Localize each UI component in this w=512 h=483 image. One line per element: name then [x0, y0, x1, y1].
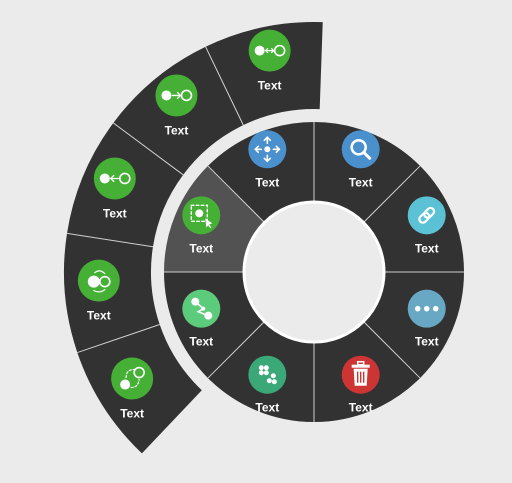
- inner-item-label: Text: [349, 401, 373, 415]
- outer-item-label: Text: [258, 79, 282, 93]
- more-dots-icon: [407, 289, 446, 328]
- outer-item-label: Text: [120, 407, 144, 421]
- outer-item-label: Text: [87, 309, 111, 323]
- link-icon: [407, 196, 446, 235]
- inner-item-label: Text: [349, 175, 373, 189]
- search-icon: [341, 130, 380, 169]
- inner-item-label: Text: [415, 241, 439, 255]
- select-cursor-icon: [182, 196, 221, 235]
- move-arrows-icon: [248, 130, 287, 169]
- inner-item-label: Text: [255, 401, 279, 415]
- scatter-nodes-icon: [248, 355, 287, 394]
- dashed-path-icon: [111, 357, 154, 400]
- radial-menu: Text Text Text Text Text Text Text Text Text Tex…: [64, 22, 465, 454]
- inner-item-label: Text: [189, 241, 213, 255]
- trash-icon: [341, 355, 380, 394]
- inner-item-label: Text: [255, 175, 279, 189]
- share-nodes-icon: [182, 289, 221, 328]
- bidirectional-connect-icon: [248, 29, 291, 72]
- outer-item-label: Text: [165, 123, 189, 137]
- swap-cycle-icon: [77, 259, 120, 302]
- connect-right-icon: [155, 74, 198, 117]
- inner-item-label: Text: [415, 335, 439, 349]
- connect-left-icon: [93, 157, 136, 200]
- inner-item-label: Text: [189, 335, 213, 349]
- outer-item-label: Text: [103, 206, 127, 220]
- center-hub[interactable]: [242, 200, 386, 344]
